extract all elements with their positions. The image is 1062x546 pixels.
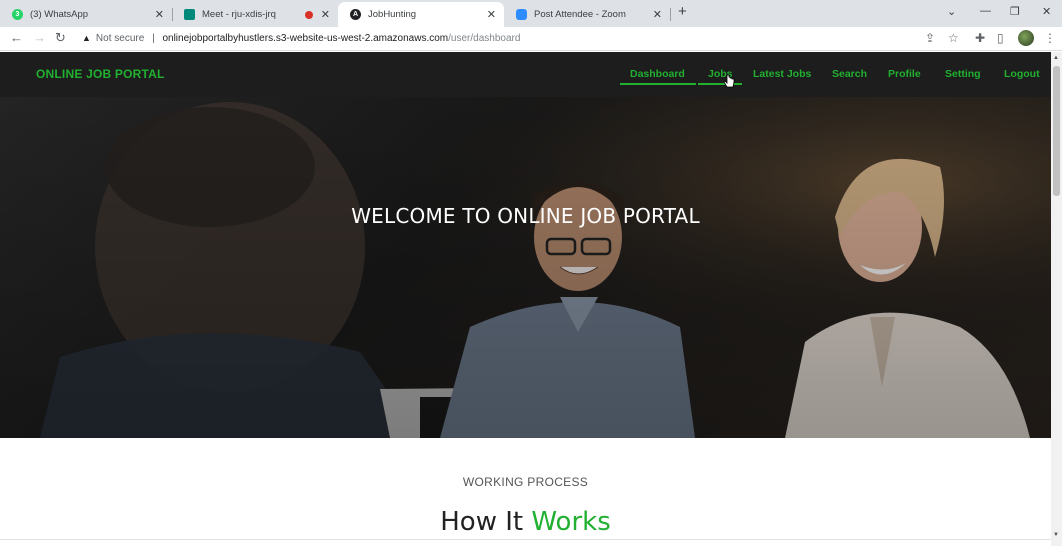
scrollbar-thumb[interactable] (1053, 66, 1060, 196)
zoom-icon (516, 9, 527, 20)
new-tab-button[interactable]: + (678, 3, 687, 20)
hover-nav-underline (698, 83, 742, 85)
tab-separator (670, 8, 671, 21)
tab-title: Meet - rju-xdis-jrq (202, 9, 276, 20)
hero-photo (0, 97, 1051, 438)
nav-latest-jobs[interactable]: Latest Jobs (753, 68, 811, 80)
url-field[interactable]: ▲ Not secure | onlinejobportalbyhustlers.… (82, 33, 520, 44)
restore-icon[interactable]: ❐ (1010, 5, 1020, 18)
back-arrow-icon[interactable]: ← (10, 30, 23, 45)
recording-icon (305, 11, 313, 19)
forward-arrow-icon[interactable]: → (33, 30, 46, 45)
scroll-down-icon[interactable]: ▼ (1053, 532, 1059, 538)
page-viewport: ONLINE JOB PORTAL Dashboard Jobs Latest … (0, 52, 1051, 546)
site-brand[interactable]: ONLINE JOB PORTAL (36, 67, 165, 81)
nav-dashboard[interactable]: Dashboard (630, 68, 685, 80)
url-host: onlinejobportalbyhustlers.s3-website-us-… (162, 33, 449, 44)
mouse-pointer-icon (724, 74, 735, 88)
minimize-icon[interactable]: — (980, 5, 991, 17)
bookmark-star-icon[interactable]: ☆ (948, 31, 959, 45)
url-path: /user/dashboard (448, 33, 521, 44)
tab-jobhunting[interactable]: A JobHunting ✕ (338, 2, 504, 27)
nav-logout[interactable]: Logout (1004, 68, 1040, 80)
security-label: Not secure (95, 33, 145, 44)
profile-avatar[interactable] (1018, 30, 1034, 46)
page-scrollbar[interactable]: ▲ ▼ (1051, 52, 1062, 546)
menu-kebab-icon[interactable]: ⋮ (1044, 31, 1056, 45)
close-tab-icon[interactable]: ✕ (321, 8, 330, 21)
address-bar: ← → ↻ ▲ Not secure | onlinejobportalbyhus… (0, 27, 1062, 51)
section-title: How It Works (0, 507, 1051, 537)
reload-icon[interactable]: ↻ (55, 30, 66, 46)
share-icon[interactable]: ⇪ (925, 31, 935, 45)
tab-title: Post Attendee - Zoom (534, 9, 626, 20)
nav-search[interactable]: Search (832, 68, 867, 80)
nav-profile[interactable]: Profile (888, 68, 921, 80)
close-window-icon[interactable]: ✕ (1042, 5, 1051, 18)
close-tab-icon[interactable]: ✕ (155, 8, 164, 21)
side-panel-icon[interactable]: ▯ (997, 31, 1004, 45)
tab-search-icon[interactable]: ⌄ (947, 5, 956, 18)
whatsapp-icon: 3 (12, 9, 23, 20)
section-kicker: WORKING PROCESS (462, 475, 589, 489)
tab-meet[interactable]: Meet - rju-xdis-jrq ✕ (172, 2, 338, 27)
tab-strip: 3 (3) WhatsApp ✕ Meet - rju-xdis-jrq ✕ A… (0, 0, 1062, 27)
extensions-icon[interactable]: ✚ (975, 31, 985, 45)
tab-whatsapp[interactable]: 3 (3) WhatsApp ✕ (0, 2, 172, 27)
tab-title: (3) WhatsApp (30, 9, 89, 20)
angular-icon: A (350, 9, 361, 20)
active-nav-underline (620, 83, 696, 85)
tab-zoom[interactable]: Post Attendee - Zoom ✕ (504, 2, 670, 27)
hero-banner: WELCOME TO ONLINE JOB PORTAL (0, 97, 1051, 438)
close-tab-icon[interactable]: ✕ (487, 8, 496, 21)
warning-icon: ▲ (82, 33, 91, 43)
tab-title: JobHunting (368, 9, 417, 20)
hero-title: WELCOME TO ONLINE JOB PORTAL (351, 204, 700, 228)
scroll-up-icon[interactable]: ▲ (1053, 55, 1059, 61)
nav-setting[interactable]: Setting (945, 68, 981, 80)
page-bottom-edge (0, 539, 1051, 540)
section-title-lead: How It (440, 507, 524, 537)
site-navbar: ONLINE JOB PORTAL Dashboard Jobs Latest … (0, 52, 1051, 97)
section-title-accent: Works (531, 507, 611, 537)
close-tab-icon[interactable]: ✕ (653, 8, 662, 21)
meet-icon (184, 9, 195, 20)
